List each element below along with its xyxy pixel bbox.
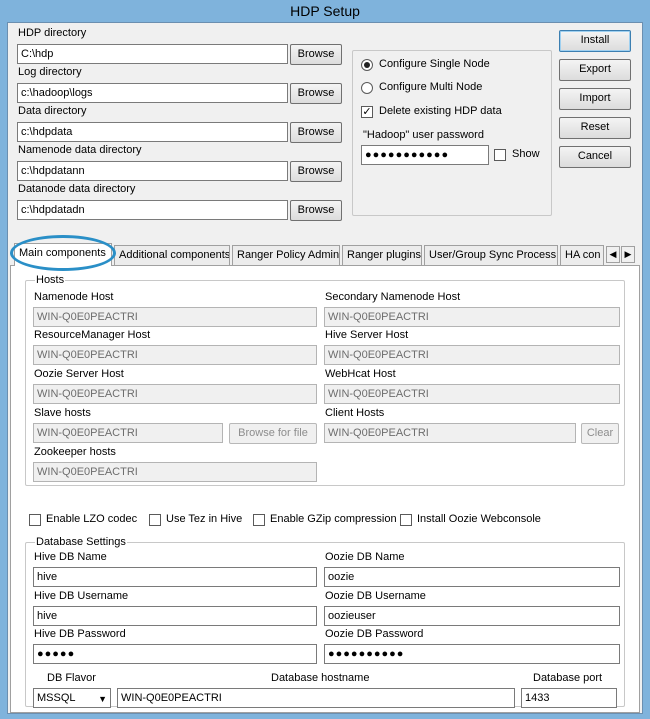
hive-db-username-label: Hive DB Username	[34, 590, 129, 602]
oozie-db-name-label: Oozie DB Name	[325, 551, 405, 563]
export-button[interactable]: Export	[559, 59, 631, 81]
hive-db-name-input[interactable]: hive	[33, 567, 317, 587]
oozie-server-host-input[interactable]: WIN-Q0E0PEACTRI	[33, 384, 317, 404]
enable-gzip-label[interactable]: Enable GZip compression	[270, 513, 397, 525]
hadoop-password-input[interactable]: ●●●●●●●●●●●	[361, 145, 489, 165]
tab-ranger-plugins[interactable]: Ranger plugins	[342, 245, 422, 265]
slave-hosts-label: Slave hosts	[34, 407, 91, 419]
data-directory-browse-button[interactable]: Browse	[290, 122, 342, 143]
hdp-directory-label: HDP directory	[18, 27, 87, 39]
datanode-directory-label: Datanode data directory	[18, 183, 136, 195]
tab-ranger-policy-admin[interactable]: Ranger Policy Admin	[232, 245, 340, 265]
namenode-directory-browse-button[interactable]: Browse	[290, 161, 342, 182]
database-hostname-label: Database hostname	[271, 672, 370, 684]
highlight-circle	[10, 235, 116, 271]
reset-button[interactable]: Reset	[559, 117, 631, 139]
datanode-directory-input[interactable]: c:\hdpdatadn	[17, 200, 288, 220]
log-directory-browse-button[interactable]: Browse	[290, 83, 342, 104]
tab-scroll-right-icon[interactable]: ▶	[621, 246, 635, 263]
namenode-host-input[interactable]: WIN-Q0E0PEACTRI	[33, 307, 317, 327]
window-client-area: HDP directory C:\hdp Browse Log director…	[7, 22, 643, 714]
resourcemanager-host-input[interactable]: WIN-Q0E0PEACTRI	[33, 345, 317, 365]
namenode-directory-input[interactable]: c:\hdpdatann	[17, 161, 288, 181]
log-directory-input[interactable]: c:\hadoop\logs	[17, 83, 288, 103]
slave-hosts-input[interactable]: WIN-Q0E0PEACTRI	[33, 423, 223, 443]
db-flavor-value: MSSQL	[37, 692, 76, 704]
oozie-server-host-label: Oozie Server Host	[34, 368, 124, 380]
log-directory-label: Log directory	[18, 66, 82, 78]
enable-lzo-checkbox[interactable]	[29, 514, 41, 526]
secondary-namenode-host-input[interactable]: WIN-Q0E0PEACTRI	[324, 307, 620, 327]
hive-db-password-label: Hive DB Password	[34, 628, 126, 640]
database-settings-legend: Database Settings	[35, 536, 127, 548]
tab-ha-config[interactable]: HA con	[560, 245, 604, 265]
multi-node-radio[interactable]	[361, 82, 373, 94]
browse-for-file-button[interactable]: Browse for file	[229, 423, 317, 444]
client-hosts-label: Client Hosts	[325, 407, 385, 419]
db-flavor-label: DB Flavor	[47, 672, 96, 684]
oozie-db-username-input[interactable]: oozieuser	[324, 606, 620, 626]
namenode-host-label: Namenode Host	[34, 291, 114, 303]
webhcat-host-input[interactable]: WIN-Q0E0PEACTRI	[324, 384, 620, 404]
hive-db-password-input[interactable]: ●●●●●	[33, 644, 317, 664]
delete-existing-label[interactable]: Delete existing HDP data	[379, 105, 502, 117]
data-directory-input[interactable]: c:\hdpdata	[17, 122, 288, 142]
database-port-label: Database port	[533, 672, 603, 684]
install-oozie-webconsole-label[interactable]: Install Oozie Webconsole	[417, 513, 541, 525]
tab-scroll-left-icon[interactable]: ◀	[606, 246, 620, 263]
use-tez-label[interactable]: Use Tez in Hive	[166, 513, 242, 525]
data-directory-label: Data directory	[18, 105, 87, 117]
oozie-db-password-label: Oozie DB Password	[325, 628, 424, 640]
secondary-namenode-host-label: Secondary Namenode Host	[325, 291, 461, 303]
hive-db-name-label: Hive DB Name	[34, 551, 107, 563]
resourcemanager-host-label: ResourceManager Host	[34, 329, 151, 341]
client-hosts-input[interactable]: WIN-Q0E0PEACTRI	[324, 423, 576, 443]
window-title: HDP Setup	[290, 3, 360, 19]
hive-server-host-label: Hive Server Host	[325, 329, 409, 341]
zookeeper-hosts-input[interactable]: WIN-Q0E0PEACTRI	[33, 462, 317, 482]
db-flavor-select[interactable]: MSSQL ▼	[33, 688, 111, 708]
install-button[interactable]: Install	[559, 30, 631, 52]
setup-window: HDP Setup HDP directory C:\hdp Browse Lo…	[0, 0, 650, 719]
delete-existing-checkbox[interactable]: ✓	[361, 106, 373, 118]
hadoop-password-label: "Hadoop" user password	[363, 129, 484, 141]
cancel-button[interactable]: Cancel	[559, 146, 631, 168]
hosts-legend: Hosts	[35, 274, 66, 286]
oozie-db-password-input[interactable]: ●●●●●●●●●●	[324, 644, 620, 664]
hdp-directory-browse-button[interactable]: Browse	[290, 44, 342, 65]
namenode-directory-label: Namenode data directory	[18, 144, 142, 156]
webhcat-host-label: WebHcat Host	[325, 368, 396, 380]
database-hostname-input[interactable]: WIN-Q0E0PEACTRI	[117, 688, 515, 708]
show-password-checkbox[interactable]	[494, 149, 506, 161]
single-node-label[interactable]: Configure Single Node	[379, 58, 490, 70]
database-port-input[interactable]: 1433	[521, 688, 617, 708]
tab-additional-components[interactable]: Additional components	[114, 245, 230, 265]
single-node-radio[interactable]	[361, 59, 373, 71]
oozie-db-username-label: Oozie DB Username	[325, 590, 426, 602]
multi-node-label[interactable]: Configure Multi Node	[379, 81, 482, 93]
hdp-directory-input[interactable]: C:\hdp	[17, 44, 288, 64]
import-button[interactable]: Import	[559, 88, 631, 110]
zookeeper-hosts-label: Zookeeper hosts	[34, 446, 116, 458]
use-tez-checkbox[interactable]	[149, 514, 161, 526]
hive-server-host-input[interactable]: WIN-Q0E0PEACTRI	[324, 345, 620, 365]
oozie-db-name-input[interactable]: oozie	[324, 567, 620, 587]
clear-button[interactable]: Clear	[581, 423, 619, 444]
enable-lzo-label[interactable]: Enable LZO codec	[46, 513, 137, 525]
chevron-down-icon: ▼	[98, 694, 107, 704]
main-components-panel: Hosts Namenode Host WIN-Q0E0PEACTRI Seco…	[10, 265, 640, 713]
tab-user-group-sync[interactable]: User/Group Sync Process	[424, 245, 558, 265]
enable-gzip-checkbox[interactable]	[253, 514, 265, 526]
hive-db-username-input[interactable]: hive	[33, 606, 317, 626]
show-password-label[interactable]: Show	[512, 148, 540, 160]
install-oozie-webconsole-checkbox[interactable]	[400, 514, 412, 526]
datanode-directory-browse-button[interactable]: Browse	[290, 200, 342, 221]
